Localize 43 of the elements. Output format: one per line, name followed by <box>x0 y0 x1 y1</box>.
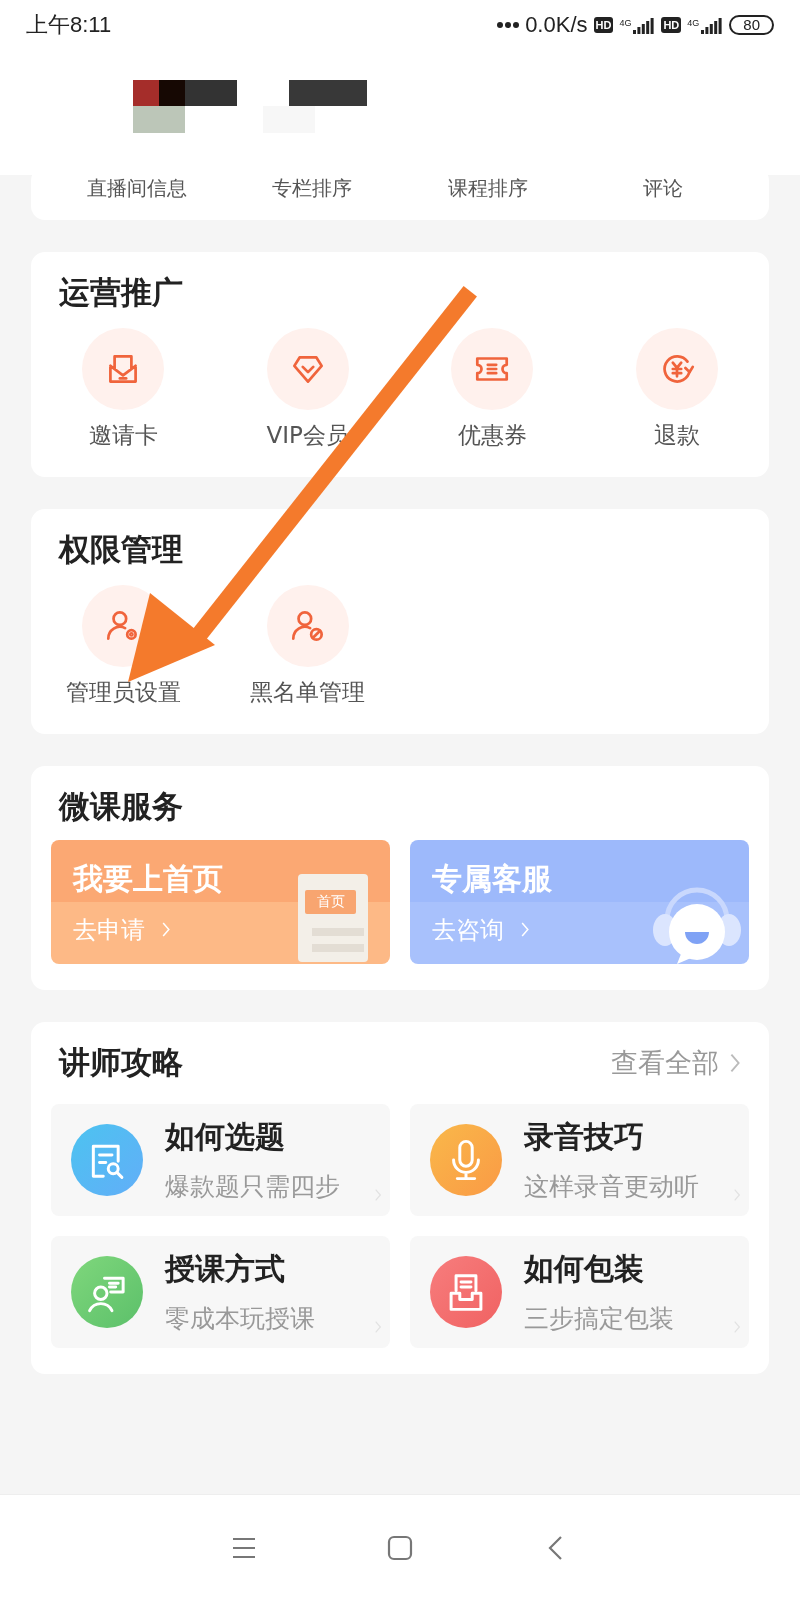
chevron-right-icon <box>729 1051 741 1075</box>
signal-icon <box>699 16 724 34</box>
feature-item[interactable]: 退款 <box>584 328 769 451</box>
guide-title: 如何选题 <box>165 1118 286 1156</box>
guide-subtitle: 爆款题只需四步 <box>165 1171 340 1203</box>
guide-card[interactable]: 录音技巧 这样录音更动听 <box>410 1104 749 1216</box>
tray-icon <box>430 1256 502 1328</box>
menu-item[interactable]: 专栏排序 <box>272 175 353 202</box>
network-type: 4G <box>687 18 700 28</box>
hd-badge: HD <box>593 17 614 33</box>
guide-title: 如何包装 <box>524 1250 645 1288</box>
home-icon[interactable] <box>387 1534 413 1561</box>
guide-subtitle: 零成本玩授课 <box>165 1303 315 1335</box>
chevron-right-icon <box>161 921 171 938</box>
guide-subtitle: 这样录音更动听 <box>524 1171 699 1203</box>
guide-card[interactable]: 如何包装 三步搞定包装 <box>410 1236 749 1348</box>
user-chat-icon <box>71 1256 143 1328</box>
document-search-icon <box>71 1124 143 1196</box>
guide-title: 授课方式 <box>165 1250 286 1288</box>
microphone-icon <box>430 1124 502 1196</box>
guide-title: 录音技巧 <box>524 1118 645 1156</box>
section-title: 微课服务 <box>59 787 184 826</box>
network-speed: 0.0K/s <box>525 12 588 38</box>
guide-card[interactable]: 授课方式 零成本玩授课 <box>51 1236 390 1348</box>
feature-item[interactable]: 邀请卡 <box>31 328 216 451</box>
homepage-badge: 首页 <box>305 890 356 914</box>
section-title: 运营推广 <box>59 273 184 312</box>
hd-badge: HD <box>661 17 682 33</box>
feature-item[interactable]: 优惠券 <box>400 328 585 451</box>
menu-item[interactable]: 评论 <box>643 175 684 202</box>
section-title: 权限管理 <box>59 530 184 569</box>
guide-card[interactable]: 如何选题 爆款题只需四步 <box>51 1104 390 1216</box>
menu-item[interactable]: 直播间信息 <box>86 175 187 202</box>
clock: 上午8:11 <box>26 11 112 39</box>
chevron-right-icon <box>520 921 530 938</box>
battery-indicator: 80 <box>729 15 774 35</box>
feature-item[interactable]: 黑名单管理 <box>215 585 400 708</box>
menu-item[interactable]: 课程排序 <box>447 175 528 202</box>
section-title: 讲师攻略 <box>59 1043 183 1082</box>
more-dots-icon <box>497 21 520 29</box>
network-type: 4G <box>619 18 632 28</box>
signal-icon <box>631 16 656 34</box>
guide-subtitle: 三步搞定包装 <box>524 1303 674 1335</box>
